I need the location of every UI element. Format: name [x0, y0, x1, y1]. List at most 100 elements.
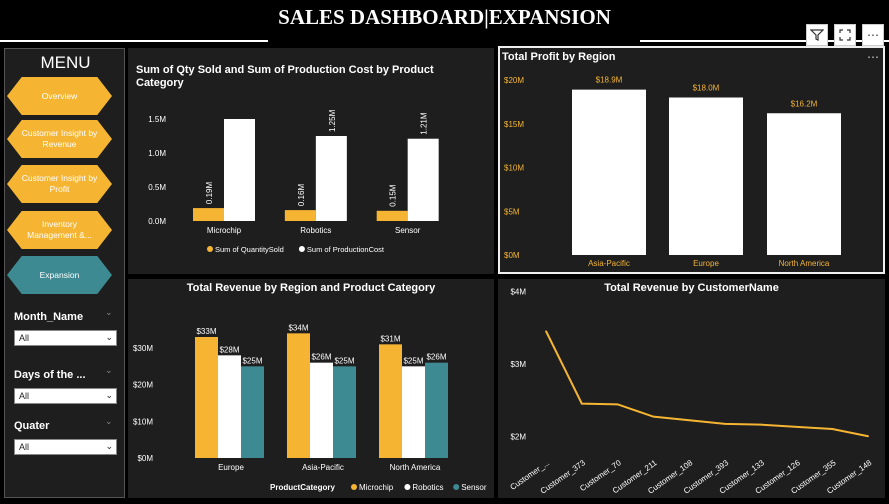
data-label: $18.0M: [693, 84, 720, 93]
bar: [224, 119, 255, 221]
data-label: $28M: [219, 345, 239, 354]
x-tick-label: Asia-Pacific: [302, 463, 344, 472]
data-label: $34M: [288, 323, 308, 332]
bar: [379, 344, 402, 458]
expand-icon[interactable]: [834, 24, 856, 46]
bar: [669, 97, 743, 255]
title-underline-left: [0, 40, 268, 42]
x-tick-label: Robotics: [300, 226, 331, 235]
quater-slicer-value: All: [19, 442, 30, 452]
data-label: 0.19M: [205, 182, 214, 205]
chevron-down-icon[interactable]: ⌄: [105, 416, 113, 427]
bar: [333, 366, 356, 458]
bar: [193, 208, 224, 221]
data-label: $26M: [311, 353, 331, 362]
data-label: $31M: [380, 334, 400, 343]
data-label: $25M: [242, 356, 262, 365]
data-point: [724, 423, 726, 425]
nav-overview-button[interactable]: Overview: [7, 77, 112, 115]
bar: [241, 366, 264, 458]
qty-cost-chart: 0.0M 0.5M 1.0M 1.5M 0.19M Microchip 0.16M 1.25M…: [148, 109, 439, 254]
quater-slicer-dropdown[interactable]: All ⌄: [14, 439, 117, 455]
data-label: $25M: [403, 356, 423, 365]
legend-label: Sum of QuantitySold: [215, 245, 284, 254]
header-bar: SALES DASHBOARD|EXPANSION ⋯: [0, 0, 889, 46]
data-label: $16.2M: [791, 99, 818, 108]
bar: [287, 333, 310, 458]
chevron-down-icon[interactable]: ⌄: [105, 365, 113, 376]
filter-icon[interactable]: [806, 24, 828, 46]
data-label: $25M: [334, 356, 354, 365]
data-point: [652, 415, 655, 418]
chevron-down-icon[interactable]: ⌄: [105, 307, 113, 318]
revenue-customer-chart: $2M$3M$4MCustomer_...Customer_373Custome…: [508, 287, 873, 495]
legend-marker: [351, 484, 357, 490]
more-options-icon[interactable]: ⋯: [862, 24, 884, 46]
x-tick-label: Europe: [218, 463, 244, 472]
nav-customer-revenue-button[interactable]: Customer Insight by Revenue: [7, 120, 112, 158]
x-tick-label: North America: [390, 463, 441, 472]
data-label: 0.15M: [389, 184, 398, 207]
dropdown-arrow-icon: ⌄: [105, 441, 113, 451]
data-label: 1.25M: [328, 109, 337, 132]
data-point: [545, 330, 547, 332]
legend-label: Robotics: [412, 483, 443, 492]
bar: [767, 113, 841, 255]
y-tick-label: $0M: [137, 454, 153, 463]
y-tick-label: $20M: [133, 381, 153, 390]
x-tick-label: Asia-Pacific: [588, 259, 630, 268]
bar: [315, 136, 347, 221]
y-tick-label: $5M: [504, 207, 520, 216]
data-point: [867, 435, 869, 438]
bar: [218, 355, 241, 458]
data-label: 0.16M: [297, 184, 306, 207]
menu-title: MENU: [40, 53, 91, 72]
month-slicer-value: All: [19, 333, 30, 343]
data-label: $33M: [196, 327, 216, 336]
legend-label: Microchip: [359, 483, 394, 492]
nav-inventory-button[interactable]: Inventory Management &...: [7, 211, 112, 249]
y-tick-label: 0.0M: [148, 217, 166, 226]
x-tick-label: Sensor: [395, 226, 421, 235]
quater-slicer-label: Quater: [14, 420, 50, 432]
y-tick-label: $2M: [510, 432, 526, 441]
bar: [407, 138, 439, 221]
bar: [376, 210, 408, 221]
data-point: [688, 419, 690, 422]
days-slicer-value: All: [19, 391, 30, 401]
dropdown-arrow-icon: ⌄: [105, 332, 113, 342]
data-point: [795, 426, 798, 428]
nav-customer-profit-button[interactable]: Customer Insight by Profit: [7, 165, 112, 203]
data-point: [581, 402, 583, 405]
legend-marker: [298, 246, 305, 252]
y-tick-label: $0M: [504, 251, 520, 260]
qty-cost-chart-panel[interactable]: Sum of Qty Sold and Sum of Production Co…: [128, 48, 494, 274]
legend-label: Sensor: [461, 483, 487, 492]
profit-region-chart: $0M $5M $10M $15M $20M $18.9M Asia-Pacific $18.…: [504, 76, 841, 268]
month-slicer-dropdown[interactable]: All ⌄: [14, 330, 117, 346]
legend-label: Sum of ProductionCost: [307, 245, 385, 254]
bar: [284, 210, 316, 221]
month-slicer-label: Month_Name: [14, 311, 84, 323]
profit-region-chart-panel[interactable]: Total Profit by Region ⋯ $0M $5M $10M $15M $…: [498, 46, 885, 274]
y-tick-label: $30M: [133, 344, 153, 353]
y-tick-label: $15M: [504, 120, 524, 129]
revenue-customer-chart-panel[interactable]: Total Revenue by CustomerName $2M $3M $4M C…: [498, 279, 885, 498]
bar: [572, 89, 646, 255]
data-point: [760, 423, 762, 426]
days-slicer-dropdown[interactable]: All ⌄: [14, 388, 117, 404]
dropdown-arrow-icon: ⌄: [105, 390, 113, 400]
x-tick-label: Microchip: [207, 226, 242, 235]
data-point: [831, 428, 834, 430]
x-tick-label: North America: [779, 259, 830, 268]
y-tick-label: 0.5M: [148, 183, 166, 192]
y-tick-label: $10M: [504, 164, 524, 173]
data-label: 1.21M: [420, 112, 429, 135]
revenue-region-category-chart-panel[interactable]: Total Revenue by Region and Product Cate…: [128, 279, 494, 498]
legend-title: ProductCategory: [270, 483, 335, 492]
legend-marker: [404, 484, 411, 490]
y-tick-label: $3M: [510, 360, 526, 369]
nav-expansion-button[interactable]: Expansion: [7, 256, 112, 294]
x-tick-label: Europe: [693, 259, 719, 268]
y-tick-label: 1.5M: [148, 115, 166, 124]
